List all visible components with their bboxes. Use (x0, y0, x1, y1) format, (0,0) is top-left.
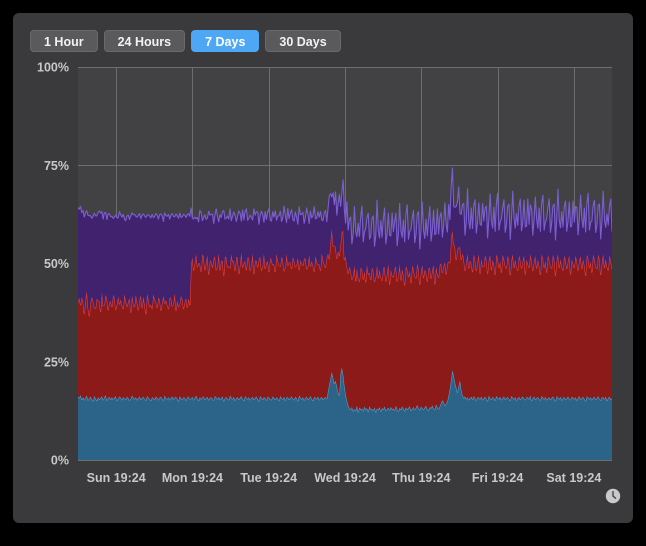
chart-canvas: 100% 75% 50% 25% 0% Sun 19:24 Mon 19:24 Tue 19… (37, 61, 612, 485)
x-axis-tick-labels: Sun 19:24 Mon 19:24 Tue 19:24 Wed 19:24 Thu … (87, 471, 602, 485)
x-axis-tick-label: Fri 19:24 (472, 471, 523, 485)
y-axis-tick-label: 0% (51, 454, 69, 468)
activity-monitor-window: 1 Hour 24 Hours 7 Days 30 Days 100% 75% 50… (13, 13, 633, 523)
y-axis-tick-label: 75% (44, 159, 69, 173)
y-axis-tick-label: 50% (44, 257, 69, 271)
y-axis-tick-label: 100% (37, 61, 69, 75)
x-axis-tick-label: Sat 19:24 (546, 471, 601, 485)
x-axis-tick-label: Mon 19:24 (162, 471, 223, 485)
x-axis-tick-label: Wed 19:24 (314, 471, 376, 485)
clock-icon[interactable] (605, 488, 621, 504)
x-axis-tick-label: Tue 19:24 (240, 471, 297, 485)
x-axis-tick-label: Sun 19:24 (87, 471, 146, 485)
x-axis-tick-label: Thu 19:24 (392, 471, 450, 485)
y-axis-tick-label: 25% (44, 355, 69, 369)
clock-icon-glyph (605, 488, 621, 504)
network-usage-chart: 100% 75% 50% 25% 0% Sun 19:24 Mon 19:24 Tue 19… (13, 13, 633, 523)
y-axis-tick-labels: 100% 75% 50% 25% 0% (37, 61, 69, 468)
